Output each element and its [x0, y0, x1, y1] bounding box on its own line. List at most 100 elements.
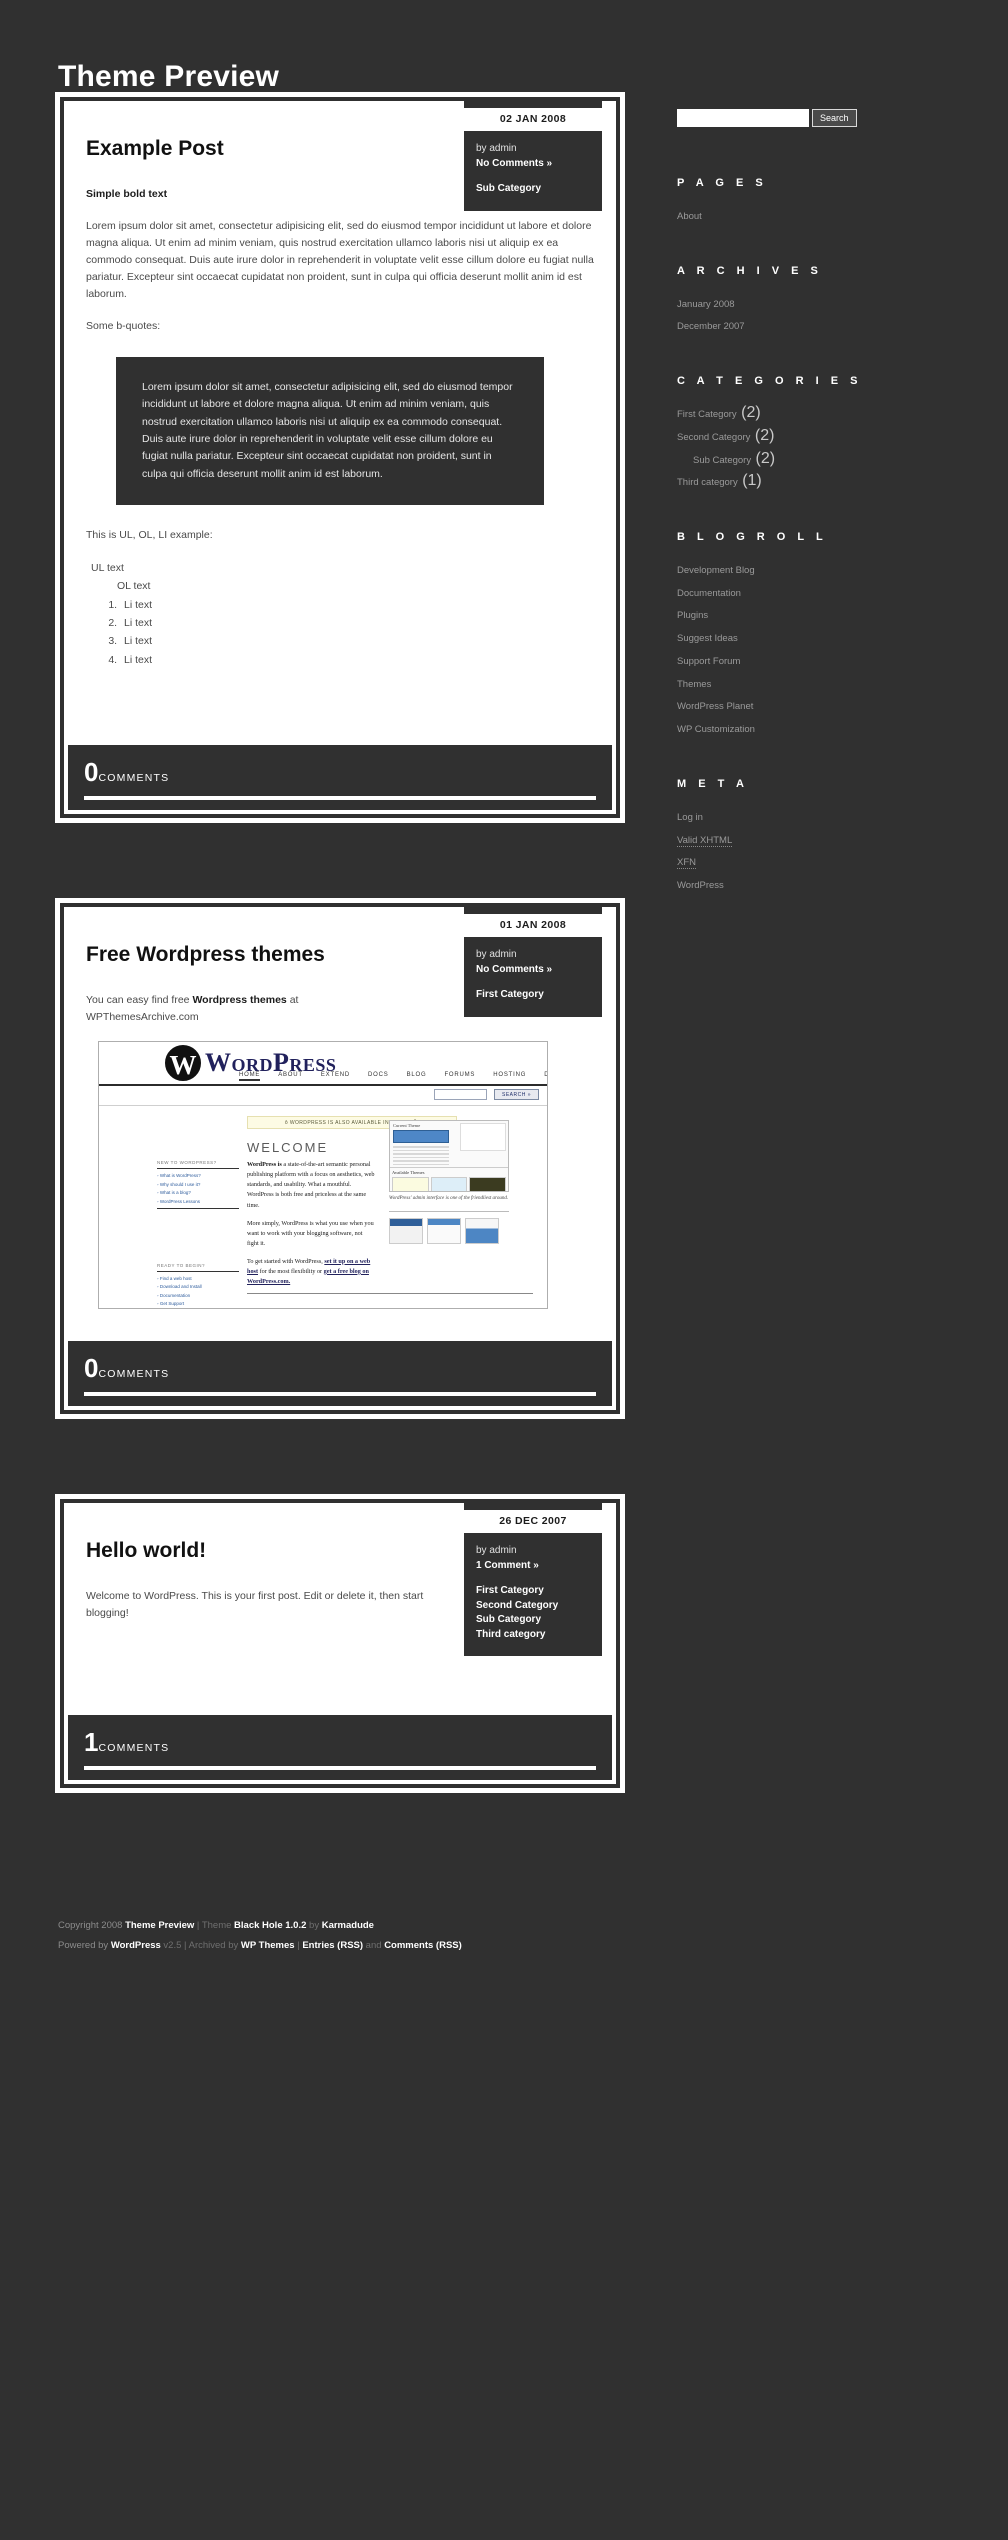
sidebar-link-wp-customization[interactable]: WP Customization: [677, 724, 755, 735]
wp-nav-forums[interactable]: FORUMS: [444, 1072, 475, 1081]
sidebar-link-valid-xhtml[interactable]: Valid XHTML: [677, 834, 733, 847]
sidebar-link-suggest-ideas[interactable]: Suggest Ideas: [677, 633, 738, 644]
post-comments-footer[interactable]: 0COMMENTS: [68, 745, 612, 811]
post-category-link[interactable]: First Category: [476, 988, 590, 1003]
wp-body-p1-bold: WordPress is: [247, 1161, 282, 1169]
wp-nav-extend[interactable]: EXTEND: [321, 1072, 350, 1081]
text-bold: Wordpress themes: [192, 994, 287, 1007]
wp-left-item[interactable]: ◦ Get Support: [157, 1301, 239, 1306]
post-category-link[interactable]: First Category: [476, 1584, 590, 1599]
post-category-link[interactable]: Third category: [476, 1628, 590, 1643]
sidebar-link-first-category[interactable]: First Category: [677, 409, 737, 420]
sidebar-link-second-category[interactable]: Second Category: [677, 432, 750, 443]
wp-shot-sidepanel: [460, 1123, 506, 1152]
wordpress-screenshot: W WordPress HOME ABOUT EXTEND DOCS BLOG …: [98, 1041, 548, 1310]
wp-welcome-heading: WELCOME: [247, 1140, 329, 1156]
list-item: Third category (1): [677, 472, 1007, 491]
post-content: You can easy find free Wordpress themes …: [86, 992, 406, 1026]
wp-search-input[interactable]: [434, 1089, 487, 1101]
category-count: (1): [742, 472, 762, 490]
post-meta-box: by admin 1 Comment » First Category Seco…: [464, 1533, 602, 1657]
post-category-link[interactable]: Second Category: [476, 1599, 590, 1614]
footer-comments-rss-link[interactable]: Comments (RSS): [384, 1940, 462, 1951]
post-category-link[interactable]: Sub Category: [476, 1613, 590, 1628]
post-card: 02 JAN 2008 by admin No Comments » Sub C…: [55, 92, 625, 824]
wp-search-button[interactable]: SEARCH »: [494, 1089, 539, 1101]
sidebar-link-support-forum[interactable]: Support Forum: [677, 656, 740, 667]
wp-extra-thumbs: [389, 1218, 509, 1245]
sidebar-link-sub-category[interactable]: Sub Category: [693, 455, 751, 466]
wp-extra-thumb: [389, 1218, 423, 1245]
search-input[interactable]: [677, 109, 809, 127]
sidebar-link-wordpress-planet[interactable]: WordPress Planet: [677, 701, 753, 712]
footer-and: and: [363, 1940, 385, 1952]
sidebar-link-log-in[interactable]: Log in: [677, 812, 703, 823]
wp-left-item[interactable]: ◦ Download and Install: [157, 1284, 239, 1289]
comment-count-label: COMMENTS: [98, 1742, 170, 1755]
footer-site-name[interactable]: Theme Preview: [125, 1920, 194, 1931]
list-item: Li text: [120, 614, 594, 632]
post-comments-footer[interactable]: 0COMMENTS: [68, 1341, 612, 1407]
content-column: 02 JAN 2008 by admin No Comments » Sub C…: [55, 92, 625, 1868]
footer-theme-name[interactable]: Black Hole 1.0.2: [234, 1920, 306, 1931]
widget-title: P A G E S: [677, 177, 768, 189]
wp-nav-home[interactable]: HOME: [239, 1072, 261, 1082]
post-comments-link[interactable]: 1 Comment »: [476, 1560, 539, 1571]
post-categories: First Category: [476, 988, 590, 1003]
footer-author[interactable]: Karmadude: [322, 1920, 374, 1931]
comment-count: 1: [84, 1727, 99, 1758]
comment-count-label: COMMENTS: [98, 772, 170, 785]
widget-list: First Category (2) Second Category (2) S…: [677, 404, 1007, 491]
wp-left-item[interactable]: ◦ Why should I use it?: [157, 1182, 239, 1187]
post-comments-link[interactable]: No Comments »: [476, 964, 552, 975]
sidebar-link-december-2007[interactable]: December 2007: [677, 321, 745, 332]
footer-wp-themes-link[interactable]: WP Themes: [241, 1940, 295, 1951]
footer-entries-rss-link[interactable]: Entries (RSS): [302, 1940, 363, 1951]
wp-body-p3: To get started with WordPress, set it up…: [247, 1257, 375, 1287]
wp-left-item[interactable]: ◦ Documentation: [157, 1293, 239, 1298]
sidebar-link-third-category[interactable]: Third category: [677, 477, 738, 488]
wp-theme-thumbs: [390, 1177, 508, 1192]
wordpress-logo-icon: W: [165, 1045, 201, 1082]
post-body: 02 JAN 2008 by admin No Comments » Sub C…: [64, 101, 616, 746]
wp-left-item[interactable]: ◦ Find a web host: [157, 1276, 239, 1281]
sidebar-link-xfn[interactable]: XFN: [677, 857, 696, 870]
wp-nav-docs[interactable]: DOCS: [368, 1072, 389, 1081]
sidebar-link-january-2008[interactable]: January 2008: [677, 299, 735, 310]
wp-theme-thumb: [430, 1177, 468, 1192]
post-category-link[interactable]: Sub Category: [476, 182, 590, 197]
sidebar-link-wordpress[interactable]: WordPress: [677, 880, 724, 891]
footer-by: by: [306, 1920, 322, 1932]
wp-nav-about[interactable]: ABOUT: [278, 1072, 303, 1081]
list-item: WordPress Planet: [677, 696, 1007, 715]
sidebar-link-about[interactable]: About: [677, 211, 702, 222]
wp-nav[interactable]: HOME ABOUT EXTEND DOCS BLOG FORUMS HOSTI…: [239, 1072, 547, 1082]
sidebar-link-themes[interactable]: Themes: [677, 679, 711, 690]
post-comments-link[interactable]: No Comments »: [476, 158, 552, 169]
sidebar-link-development-blog[interactable]: Development Blog: [677, 565, 755, 576]
wp-nav-download[interactable]: DOWNLOAD: [544, 1072, 547, 1081]
list-item: About: [677, 206, 1007, 225]
wp-search-bar: SEARCH »: [99, 1086, 547, 1107]
sidebar-link-documentation[interactable]: Documentation: [677, 588, 741, 599]
search-button[interactable]: Search: [812, 109, 857, 127]
wp-theme-thumb: [469, 1177, 507, 1192]
wp-left-column: NEW TO WORDPRESS? ◦ What is WordPress? ◦…: [157, 1160, 239, 1308]
post-comments-footer[interactable]: 1COMMENTS: [68, 1715, 612, 1781]
widget-title: M E T A: [677, 777, 749, 790]
wp-nav-hosting[interactable]: HOSTING: [493, 1072, 526, 1081]
wp-left-item[interactable]: ◦ What is a blog?: [157, 1190, 239, 1195]
category-count: (2): [755, 449, 776, 467]
post-content: Welcome to WordPress. This is your first…: [86, 1588, 466, 1622]
widget-blogroll: B L O G R O L L Development Blog Documen…: [677, 531, 1007, 738]
post-quote-intro: Some b-quotes:: [86, 320, 161, 333]
post-image[interactable]: W WordPress HOME ABOUT EXTEND DOCS BLOG …: [98, 1041, 594, 1310]
sidebar-link-plugins[interactable]: Plugins: [677, 610, 708, 621]
wp-left-item[interactable]: ◦ WordPress Lessons: [157, 1199, 239, 1204]
wp-body-p1: WordPress is a state-of-the-art semantic…: [247, 1160, 375, 1210]
footer-wordpress-link[interactable]: WordPress: [111, 1940, 161, 1951]
wp-shot-lines: [393, 1146, 449, 1166]
list-item: First Category (2): [677, 404, 1007, 423]
wp-left-item[interactable]: ◦ What is WordPress?: [157, 1173, 239, 1178]
wp-nav-blog[interactable]: BLOG: [407, 1072, 427, 1081]
